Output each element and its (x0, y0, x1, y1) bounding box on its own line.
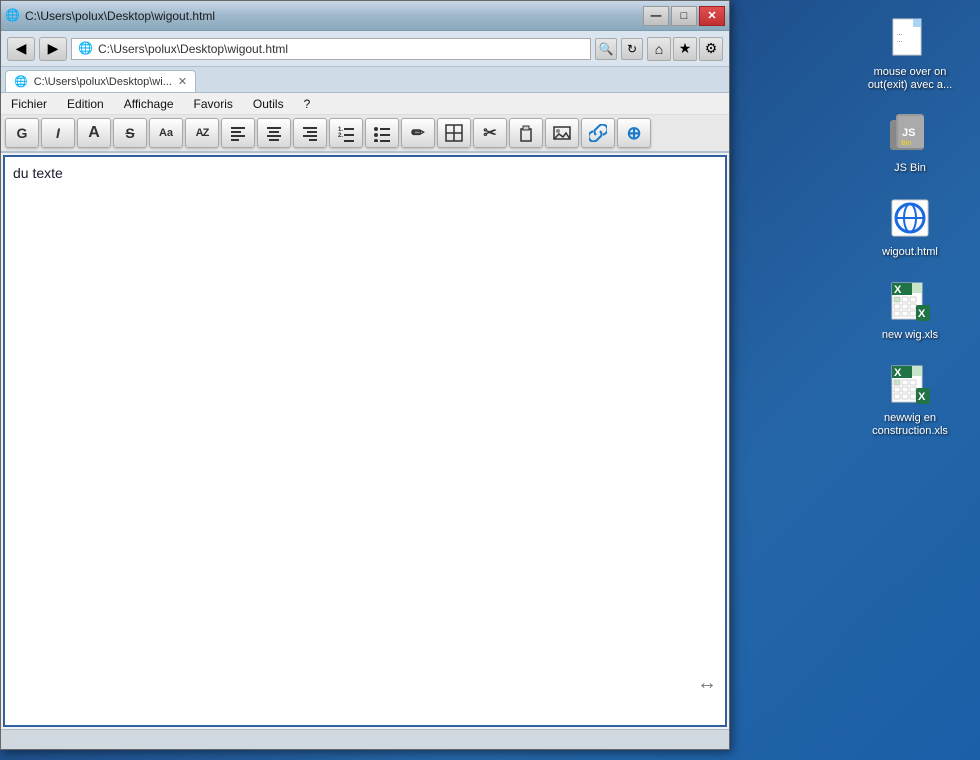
jsbin-icon: JS Bin (886, 110, 934, 158)
strikethrough-button[interactable]: S (113, 118, 147, 148)
newwig-icon: X X (886, 277, 934, 325)
format-button[interactable]: Aa (149, 118, 183, 148)
editor-content: du texte (13, 165, 63, 181)
fontsize-button[interactable]: A (77, 118, 111, 148)
menu-favoris[interactable]: Favoris (188, 96, 239, 112)
jsbin-label: JS Bin (894, 162, 926, 175)
bold-button[interactable]: G (5, 118, 39, 148)
close-button[interactable]: ✕ (699, 6, 725, 26)
tab-bar: 🌐 C:\Users\polux\Desktop\wi... ✕ (1, 67, 729, 93)
newwig-label: new wig.xls (882, 329, 938, 342)
settings-button[interactable]: ⚙ (699, 37, 723, 61)
menu-edition[interactable]: Edition (61, 96, 110, 112)
editor-toolbar: G I A S Aa AZ 1.2. ✏ (1, 115, 729, 153)
svg-text:...: ... (897, 38, 902, 44)
menu-aide[interactable]: ? (298, 96, 317, 112)
image-button[interactable] (545, 118, 579, 148)
svg-text:X: X (918, 308, 926, 320)
link-button[interactable] (581, 118, 615, 148)
browser-window: 🌐 C:\Users\polux\Desktop\wigout.html — □… (0, 0, 730, 750)
tab-close-button[interactable]: ✕ (178, 75, 187, 88)
mouseoveron-label: mouse over on out(exit) avec a... (854, 66, 966, 92)
content-area[interactable]: du texte ↔ (3, 155, 727, 727)
svg-text:X: X (894, 367, 902, 379)
highlight-button[interactable]: ✏ (401, 118, 435, 148)
window-title: C:\Users\polux\Desktop\wigout.html (25, 9, 215, 23)
newwig-construction-icon: X X (886, 360, 934, 408)
maximize-button[interactable]: □ (671, 6, 697, 26)
menu-affichage[interactable]: Affichage (118, 96, 180, 112)
browser-icon: 🌐 (5, 8, 21, 24)
forward-button[interactable]: ▶ (39, 37, 67, 61)
title-bar: 🌐 C:\Users\polux\Desktop\wigout.html — □… (1, 1, 729, 31)
desktop-icon-newwig[interactable]: X X new wig.xls (850, 273, 970, 346)
align-center-button[interactable] (257, 118, 291, 148)
refresh-button[interactable]: ↻ (621, 38, 643, 60)
window-controls: — □ ✕ (643, 6, 725, 26)
list-ul-button[interactable] (365, 118, 399, 148)
resize-handle[interactable]: ↔ (697, 672, 717, 695)
browser-toolbar-icons: ⌂ ★ ⚙ (647, 37, 723, 61)
status-bar (1, 729, 729, 749)
desktop-icon-wigout[interactable]: wigout.html (850, 190, 970, 263)
desktop-icon-newwig-construction[interactable]: X X newwig en construction.xls (850, 356, 970, 442)
desktop-icon-jsbin[interactable]: JS Bin JS Bin (850, 106, 970, 179)
menu-fichier[interactable]: Fichier (5, 96, 53, 112)
wigout-label: wigout.html (882, 246, 938, 259)
favorites-button[interactable]: ★ (673, 37, 697, 61)
tab-label: C:\Users\polux\Desktop\wi... (34, 76, 172, 88)
paste-button[interactable] (509, 118, 543, 148)
table-button[interactable] (437, 118, 471, 148)
wigout-icon (886, 194, 934, 242)
search-button[interactable]: 🔍 (595, 38, 617, 60)
back-button[interactable]: ◀ (7, 37, 35, 61)
align-left-button[interactable] (221, 118, 255, 148)
mouseoveron-icon: ... ... (886, 14, 934, 62)
newwig-construction-label: newwig en construction.xls (854, 412, 966, 438)
tab-icon: 🌐 (14, 75, 28, 88)
misc-button[interactable]: ⊕ (617, 118, 651, 148)
align-right-button[interactable] (293, 118, 327, 148)
italic-button[interactable]: I (41, 118, 75, 148)
svg-text:JS: JS (902, 127, 915, 139)
ie-address-icon: 🌐 (78, 41, 94, 57)
svg-text:2.: 2. (338, 133, 343, 139)
address-bar: ◀ ▶ 🌐 C:\Users\polux\Desktop\wigout.html… (1, 31, 729, 67)
svg-text:X: X (918, 391, 926, 403)
svg-text:Bin: Bin (901, 140, 911, 147)
address-field[interactable]: 🌐 C:\Users\polux\Desktop\wigout.html (71, 38, 591, 60)
list-ol-button[interactable]: 1.2. (329, 118, 363, 148)
menu-bar: Fichier Edition Affichage Favoris Outils… (1, 93, 729, 115)
address-text: C:\Users\polux\Desktop\wigout.html (98, 42, 288, 56)
svg-text:...: ... (897, 31, 902, 37)
minimize-button[interactable]: — (643, 6, 669, 26)
desktop-icons: ... ... mouse over on out(exit) avec a..… (850, 0, 970, 442)
cut-button[interactable]: ✂ (473, 118, 507, 148)
title-bar-left: 🌐 C:\Users\polux\Desktop\wigout.html (5, 8, 215, 24)
fontcolor-button[interactable]: AZ (185, 118, 219, 148)
svg-text:X: X (894, 284, 902, 296)
menu-outils[interactable]: Outils (247, 96, 290, 112)
home-button[interactable]: ⌂ (647, 37, 671, 61)
desktop-icon-mouseoveron[interactable]: ... ... mouse over on out(exit) avec a..… (850, 10, 970, 96)
desktop: 🌐 C:\Users\polux\Desktop\wigout.html — □… (0, 0, 980, 760)
active-tab[interactable]: 🌐 C:\Users\polux\Desktop\wi... ✕ (5, 70, 196, 92)
